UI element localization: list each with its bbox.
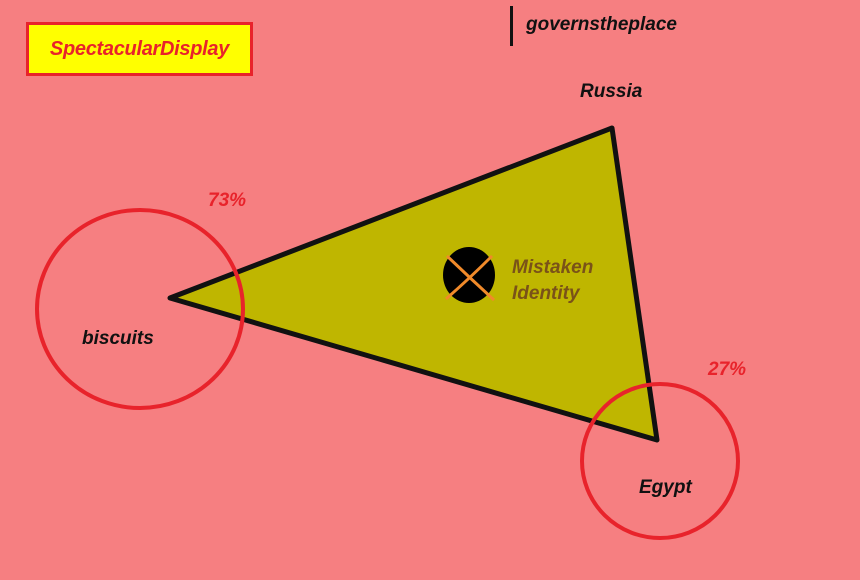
triangle-shape	[167, 125, 660, 443]
percent-label-right: 27%	[708, 359, 747, 380]
x-marked-dot-icon	[443, 247, 496, 303]
title-banner: SpectacularDisplay	[26, 22, 253, 76]
node-label-biscuits: biscuits	[82, 328, 154, 349]
caption-divider	[510, 6, 513, 46]
title-text: SpectacularDisplay	[49, 37, 230, 60]
caption-label: governstheplace	[526, 14, 677, 35]
percent-label-left: 73%	[208, 190, 247, 211]
circle-right	[580, 382, 740, 540]
node-label-egypt: Egypt	[639, 477, 692, 498]
node-label-russia: Russia	[580, 81, 643, 102]
diagram-canvas	[35, 125, 740, 540]
center-label-line-2: Identity	[512, 283, 580, 304]
center-label-line-1: Mistaken	[512, 257, 594, 278]
